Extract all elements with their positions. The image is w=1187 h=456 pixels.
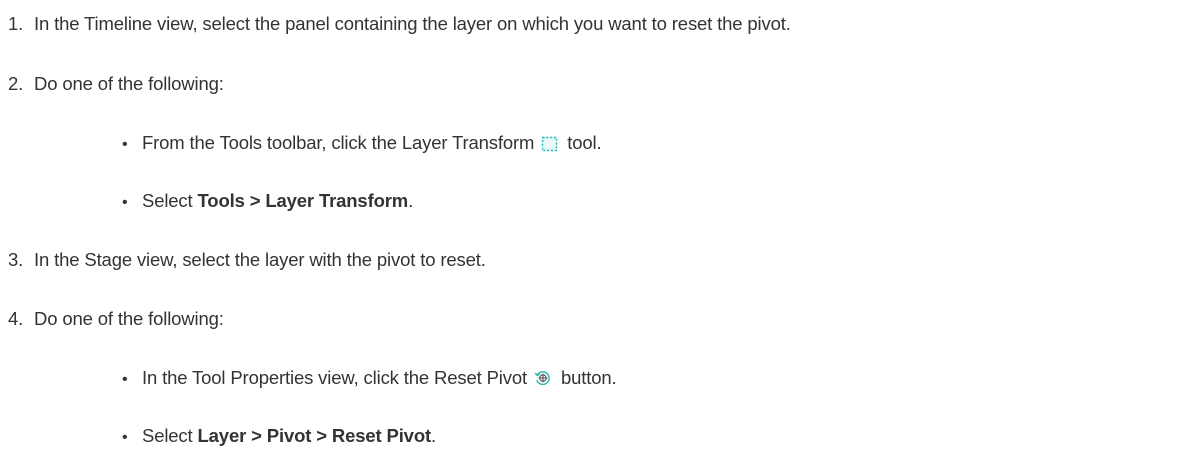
- step-number: 2.: [8, 73, 24, 94]
- step-text: In the Stage view, select the layer with…: [34, 249, 486, 270]
- option-text: From the Tools toolbar, click the Layer …: [142, 132, 535, 153]
- bullet: •: [122, 371, 128, 388]
- step-4: 4. Do one of the following:: [0, 307, 224, 331]
- step-2-option-2: • Select Tools > Layer Transform.: [122, 189, 413, 215]
- step-number: 3.: [8, 249, 24, 270]
- step-2: 2. Do one of the following:: [0, 72, 224, 96]
- step-number: 4.: [8, 308, 24, 329]
- option-text: In the Tool Properties view, click the R…: [142, 367, 527, 388]
- step-text: Do one of the following:: [34, 73, 224, 94]
- step-1: 1. In the Timeline view, select the panel…: [0, 12, 791, 36]
- step-4-option-2: • Select Layer > Pivot > Reset Pivot.: [122, 424, 436, 450]
- step-number: 1.: [8, 13, 24, 34]
- step-4-option-1: • In the Tool Properties view, click the …: [122, 366, 617, 393]
- bullet: •: [122, 136, 128, 153]
- option-text: Select: [142, 425, 198, 446]
- option-text: Select: [142, 190, 198, 211]
- step-3: 3. In the Stage view, select the layer wi…: [0, 248, 486, 272]
- option-text: .: [408, 190, 414, 211]
- option-text: tool.: [567, 132, 602, 153]
- option-text: button.: [560, 367, 617, 388]
- option-text: .: [431, 425, 436, 446]
- step-text: Do one of the following:: [34, 308, 224, 329]
- step-2-option-1: • From the Tools toolbar, click the Layer…: [122, 131, 602, 158]
- step-text: In the Timeline view, select the panel c…: [34, 13, 791, 34]
- bullet: •: [122, 429, 128, 446]
- menu-path: Layer > Pivot > Reset Pivot: [197, 425, 432, 446]
- bullet: •: [122, 194, 128, 211]
- layer-transform-icon: [541, 134, 558, 158]
- menu-path: Tools > Layer Transform: [197, 190, 409, 211]
- reset-pivot-icon: [534, 369, 552, 393]
